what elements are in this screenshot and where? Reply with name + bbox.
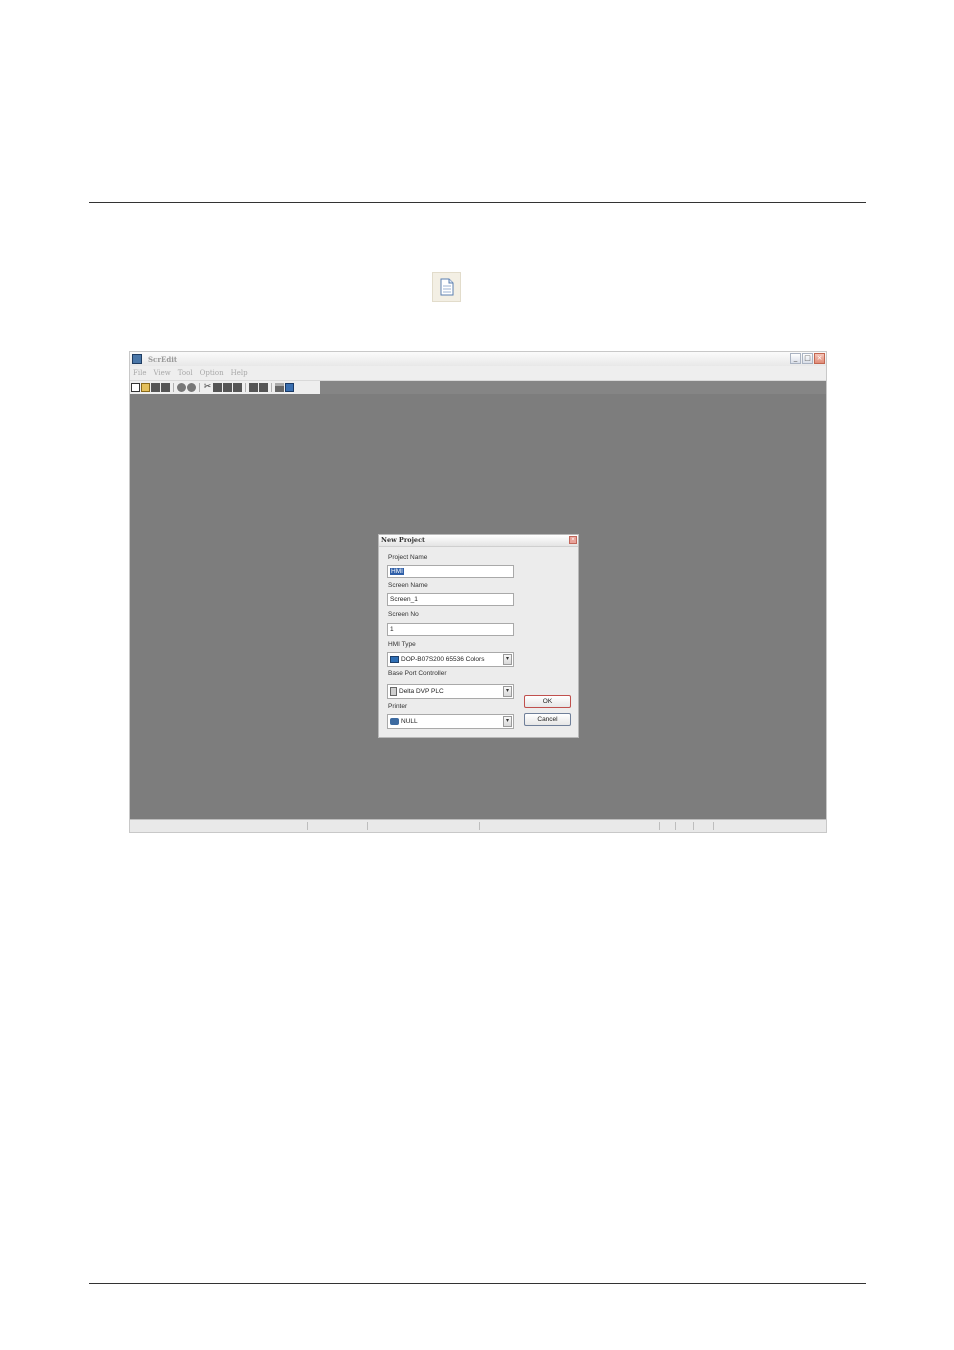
hmi-type-label: HMI Type: [388, 641, 416, 648]
chevron-down-icon[interactable]: ▾: [503, 716, 512, 727]
page-header-rule: [89, 202, 866, 203]
dialog-titlebar[interactable]: New Project ×: [379, 535, 578, 547]
printer-label: Printer: [388, 703, 408, 710]
menu-help[interactable]: Help: [231, 369, 248, 377]
status-divider: [693, 822, 694, 830]
toolbar-separator: [245, 383, 246, 392]
redo-icon[interactable]: [187, 383, 196, 392]
menu-file[interactable]: File: [133, 369, 146, 377]
simulate-icon[interactable]: [285, 383, 294, 392]
print-icon[interactable]: [275, 383, 284, 392]
chevron-down-icon[interactable]: ▾: [503, 654, 512, 665]
screen-name-label: Screen Name: [388, 582, 428, 589]
toolbar-separator: [173, 383, 174, 392]
page-footer-rule: [89, 1283, 866, 1284]
cancel-button[interactable]: Cancel: [524, 713, 571, 726]
status-bar: [130, 819, 826, 832]
menu-option[interactable]: Option: [200, 369, 224, 377]
new-file-icon[interactable]: [131, 383, 140, 392]
paste-icon[interactable]: [223, 383, 232, 392]
plc-icon: [390, 687, 397, 696]
printer-select[interactable]: NULL ▾: [387, 714, 514, 729]
window-title: ScrEdit: [148, 354, 178, 364]
base-port-value: Delta DVP PLC: [399, 688, 444, 695]
download-icon[interactable]: [259, 383, 268, 392]
toolbar-separator: [199, 383, 200, 392]
app-icon: [132, 354, 142, 364]
toolbar-separator: [271, 383, 272, 392]
printer-value: NULL: [401, 718, 418, 725]
new-project-dialog: New Project × Project Name HMI Screen Na…: [378, 534, 579, 738]
undo-icon[interactable]: [177, 383, 186, 392]
menu-tool[interactable]: Tool: [178, 369, 193, 377]
toolbar-empty-area: [320, 381, 826, 394]
status-divider: [479, 822, 480, 830]
status-divider: [659, 822, 660, 830]
screen-no-input[interactable]: 1: [387, 623, 514, 636]
screen-no-label: Screen No: [388, 611, 419, 618]
copy-icon[interactable]: [213, 383, 222, 392]
monitor-icon: [390, 656, 399, 663]
toolbar: ✂: [130, 381, 321, 394]
open-folder-icon[interactable]: [141, 383, 150, 392]
project-name-label: Project Name: [388, 554, 428, 561]
printer-icon: [390, 718, 399, 725]
screditor-window: ScrEdit _ □ × File View Tool Option Help…: [129, 351, 827, 833]
status-divider: [675, 822, 676, 830]
workspace: New Project × Project Name HMI Screen Na…: [130, 394, 826, 820]
window-titlebar[interactable]: ScrEdit _ □ ×: [130, 352, 826, 366]
project-name-input[interactable]: HMI: [387, 565, 514, 578]
status-divider: [307, 822, 308, 830]
screen-name-input[interactable]: Screen_1: [387, 593, 514, 606]
status-divider: [367, 822, 368, 830]
base-port-label: Base Port Controller: [388, 670, 447, 677]
minimize-button[interactable]: _: [790, 353, 801, 364]
menu-bar: File View Tool Option Help: [130, 366, 826, 381]
close-button[interactable]: ×: [814, 353, 825, 364]
new-document-icon: [432, 272, 461, 302]
project-name-value: HMI: [390, 568, 404, 575]
cut-icon[interactable]: ✂: [203, 383, 212, 392]
find-icon[interactable]: [233, 383, 242, 392]
hmi-type-select[interactable]: DOP-B07S200 65536 Colors ▾: [387, 652, 514, 667]
close-project-icon[interactable]: [161, 383, 170, 392]
dialog-title: New Project: [381, 536, 426, 544]
base-port-select[interactable]: Delta DVP PLC ▾: [387, 684, 514, 699]
dialog-close-button[interactable]: ×: [569, 536, 577, 544]
window-controls: _ □ ×: [790, 353, 825, 364]
compile-icon[interactable]: [249, 383, 258, 392]
save-icon[interactable]: [151, 383, 160, 392]
hmi-type-value: DOP-B07S200 65536 Colors: [401, 656, 485, 663]
chevron-down-icon[interactable]: ▾: [503, 686, 512, 697]
status-divider: [713, 822, 714, 830]
menu-view[interactable]: View: [153, 369, 170, 377]
maximize-button[interactable]: □: [802, 353, 813, 364]
ok-button[interactable]: OK: [524, 695, 571, 708]
